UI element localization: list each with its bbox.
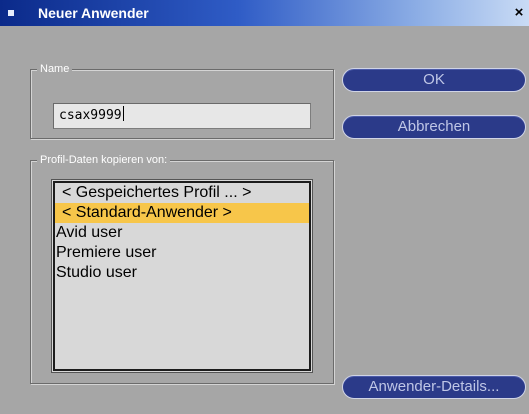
text-caret xyxy=(122,106,124,121)
window-title: Neuer Anwender xyxy=(38,5,149,21)
list-item[interactable]: Avid user xyxy=(55,223,309,243)
list-item[interactable]: < Standard-Anwender > xyxy=(55,203,309,223)
new-user-dialog: Neuer Anwender × Name csax9999 Profil-Da… xyxy=(0,0,529,414)
list-item[interactable]: < Gespeichertes Profil ... > xyxy=(55,183,309,203)
user-details-button[interactable]: Anwender-Details... xyxy=(342,375,526,399)
profile-listbox[interactable]: < Gespeichertes Profil ... > < Standard-A… xyxy=(53,181,311,371)
list-item[interactable]: Studio user xyxy=(55,263,309,283)
name-group-label: Name xyxy=(37,62,73,76)
close-icon[interactable]: × xyxy=(509,4,529,22)
profile-copy-group-label: Profil-Daten kopieren von: xyxy=(37,153,171,167)
ok-button[interactable]: OK xyxy=(342,68,526,92)
window-menu-icon[interactable] xyxy=(8,10,14,16)
title-bar[interactable]: Neuer Anwender × xyxy=(0,0,529,26)
name-input[interactable]: csax9999 xyxy=(53,103,311,129)
profile-copy-groupbox: Profil-Daten kopieren von: < Gespeichert… xyxy=(30,153,334,384)
name-input-value: csax9999 xyxy=(59,108,122,123)
name-groupbox: Name csax9999 xyxy=(30,62,334,139)
list-item[interactable]: Premiere user xyxy=(55,243,309,263)
cancel-button[interactable]: Abbrechen xyxy=(342,115,526,139)
